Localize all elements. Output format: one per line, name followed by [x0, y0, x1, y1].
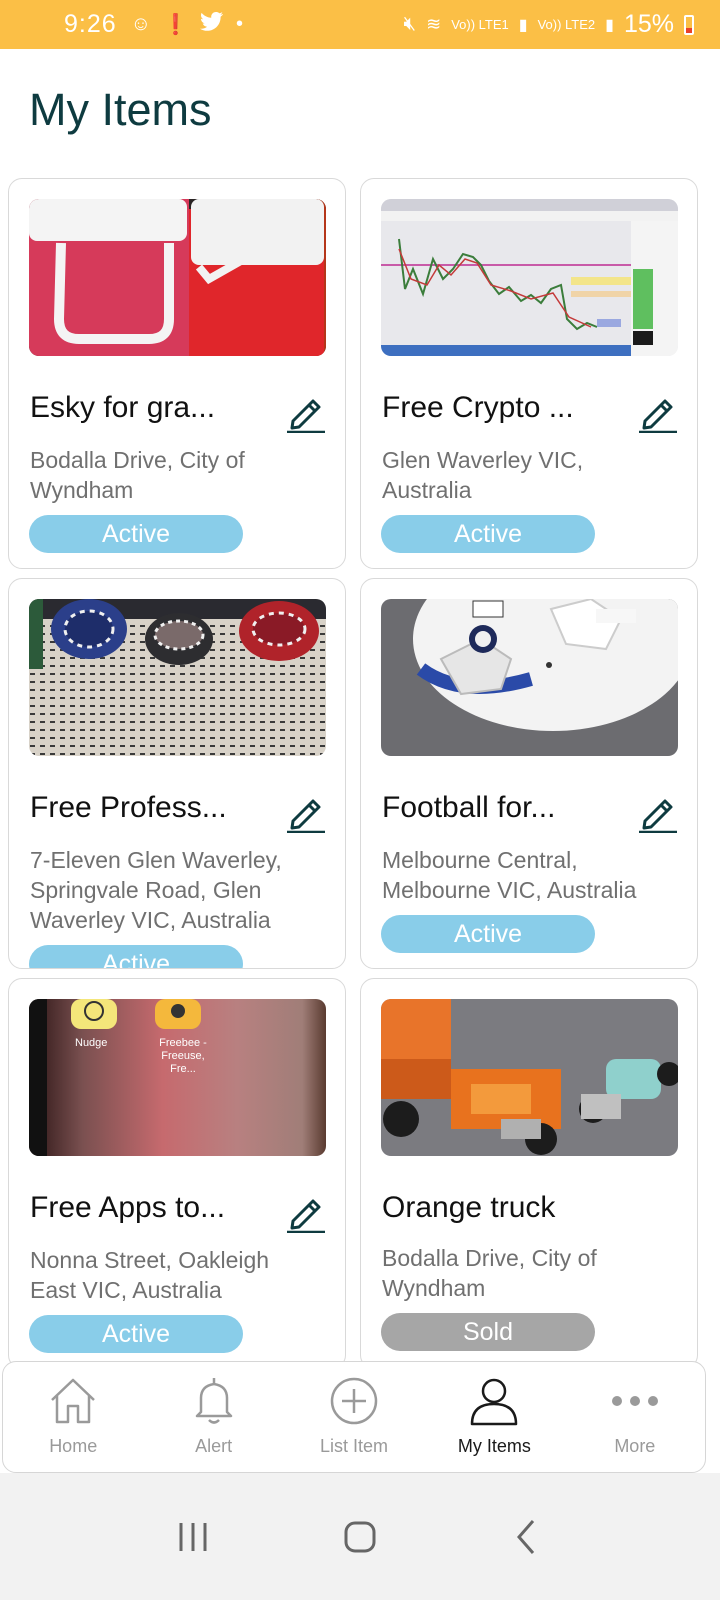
- item-location: Melbourne Central, Melbourne VIC, Austra…: [382, 847, 637, 903]
- items-grid: Esky for gra... Bodalla Drive, City of W…: [8, 178, 712, 1393]
- status-badge: Active: [381, 515, 595, 553]
- item-location: Bodalla Drive, City of Wyndham: [30, 447, 245, 503]
- wifi-icon: ≋: [426, 14, 442, 34]
- item-title: Football for...: [382, 791, 556, 824]
- nav-more[interactable]: More: [565, 1362, 705, 1472]
- back-chevron-icon: [516, 1519, 534, 1554]
- bell-icon: [195, 1378, 232, 1424]
- home-square-icon: [344, 1521, 376, 1552]
- home-icon: [51, 1378, 96, 1424]
- nav-alert[interactable]: Alert: [143, 1362, 283, 1472]
- edit-pencil-icon[interactable]: [285, 791, 327, 834]
- edit-pencil-icon[interactable]: [637, 791, 679, 834]
- item-title: Esky for gra...: [30, 391, 216, 424]
- item-image: Nudge Freebee - Freeuse, Fre...: [29, 999, 326, 1156]
- signal-icon: ▮: [518, 16, 528, 34]
- item-card[interactable]: Football for... Melbourne Central, Melbo…: [360, 578, 698, 969]
- bottom-nav: Home Alert List Item My Items More: [2, 1361, 706, 1473]
- edit-pencil-icon[interactable]: [637, 391, 679, 434]
- alert-icon: ❗: [163, 14, 188, 36]
- recents-icon: [179, 1522, 207, 1551]
- nav-label: My Items: [457, 1436, 531, 1456]
- item-image: [381, 599, 678, 756]
- network-2: Vo)) LTE2: [537, 17, 596, 32]
- status-badge: Active: [381, 915, 595, 953]
- item-title: Free Profess...: [30, 791, 227, 824]
- item-image: [29, 199, 326, 356]
- notification-icons: ☺ ❗ •: [130, 11, 244, 38]
- item-location: Bodalla Drive, City of Wyndham: [382, 1245, 597, 1301]
- status-badge: Active: [29, 945, 243, 968]
- battery-icon: [684, 14, 694, 35]
- item-title: Free Apps to...: [30, 1191, 226, 1224]
- item-card[interactable]: Orange truck Bodalla Drive, City of Wynd…: [360, 978, 698, 1369]
- smile-icon: ☺: [130, 13, 152, 35]
- item-card[interactable]: Free Profess... 7-Eleven Glen Waverley, …: [8, 578, 346, 969]
- item-card[interactable]: Nudge Freebee - Freeuse, Fre... Free App…: [8, 978, 346, 1369]
- edit-pencil-icon[interactable]: [285, 1191, 327, 1234]
- nav-label: List Item: [320, 1436, 389, 1456]
- plus-circle-icon: [330, 1377, 378, 1425]
- mute-icon: 🔇︎: [403, 13, 417, 35]
- status-badge: Active: [29, 1315, 243, 1353]
- system-nav-bar: [0, 1473, 720, 1600]
- nav-label: Home: [49, 1436, 98, 1456]
- twitter-icon: [200, 11, 224, 38]
- item-title: Orange truck: [382, 1191, 556, 1224]
- recent-apps-button[interactable]: [163, 1507, 223, 1567]
- item-title: Free Crypto ...: [382, 391, 574, 424]
- back-button[interactable]: [497, 1507, 557, 1567]
- person-icon: [471, 1378, 518, 1426]
- signal-icon: ▮: [605, 16, 614, 34]
- item-card[interactable]: Esky for gra... Bodalla Drive, City of W…: [8, 178, 346, 569]
- nav-home[interactable]: Home: [3, 1362, 143, 1472]
- status-badge: Active: [29, 515, 243, 553]
- item-card[interactable]: Free Crypto ... Glen Waverley VIC, Austr…: [360, 178, 698, 569]
- dot-icon: •: [236, 13, 244, 35]
- nav-list-item[interactable]: List Item: [284, 1362, 424, 1472]
- item-location: Glen Waverley VIC, Australia: [382, 447, 584, 503]
- more-dots-icon: [611, 1396, 658, 1406]
- nav-my-items[interactable]: My Items: [424, 1362, 564, 1472]
- item-image: [381, 999, 678, 1156]
- status-time: 9:26: [64, 10, 117, 38]
- nav-label: Alert: [195, 1436, 233, 1456]
- item-image: [381, 199, 678, 356]
- status-badge: Sold: [381, 1313, 595, 1351]
- item-location: 7-Eleven Glen Waverley, Springvale Road,…: [30, 847, 282, 933]
- item-location: Nonna Street, Oakleigh East VIC, Austral…: [30, 1247, 270, 1303]
- nav-label: More: [614, 1436, 656, 1456]
- battery-percent: 15%: [623, 10, 674, 38]
- network-1: Vo)) LTE1: [451, 17, 509, 32]
- item-image: [29, 599, 326, 756]
- status-bar: 9:26 ☺ ❗ • 🔇︎ ≋ Vo)) LTE1 ▮ Vo)) LTE2 ▮ …: [0, 0, 720, 49]
- page-title: My Items: [29, 84, 212, 135]
- edit-pencil-icon[interactable]: [285, 391, 327, 434]
- status-right: 🔇︎ ≋ Vo)) LTE1 ▮ Vo)) LTE2 ▮ 15%: [403, 10, 694, 39]
- home-button[interactable]: [330, 1507, 390, 1567]
- app-label-freebee: Freebee - Freeuse, Fre...: [159, 1037, 207, 1075]
- app-label-nudge: Nudge: [75, 1037, 108, 1049]
